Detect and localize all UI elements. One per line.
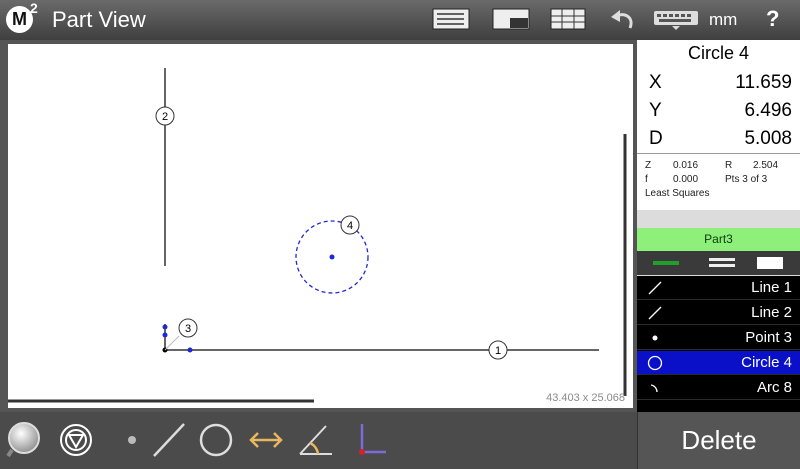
point-icon	[652, 335, 658, 341]
circle-center	[329, 254, 335, 260]
readout-value-x: 11.659	[735, 72, 792, 93]
circle-icon	[647, 355, 663, 371]
readout-feature-title: Circle 4	[687, 43, 749, 63]
view-mode-graphic-icon[interactable]	[653, 261, 679, 265]
point-marker-b	[162, 332, 168, 338]
marker-2-label: 2	[162, 111, 168, 123]
bottom-toolbar	[0, 412, 637, 469]
feature-readout: Circle 4 X 11.659 Y 6.496 D 5.008 Z 0.01…	[637, 40, 800, 210]
readout-value-y: 6.496	[744, 100, 792, 121]
delete-button[interactable]: Delete	[637, 412, 800, 469]
zoom-magnifier-icon[interactable]	[6, 420, 46, 460]
feature-label: Arc 8	[756, 379, 792, 396]
points-count: Pts 3 of 3	[725, 174, 768, 185]
measure-angle-icon[interactable]	[296, 420, 336, 460]
measure-line-icon[interactable]	[150, 420, 190, 460]
marker-4[interactable]: 4	[340, 215, 360, 235]
view-mode-list-icon[interactable]	[709, 258, 735, 267]
view-mode-detail-icon[interactable]	[757, 257, 783, 269]
feature-label: Line 2	[751, 304, 792, 321]
point-marker-a	[162, 324, 168, 330]
readout-window-icon[interactable]	[432, 8, 470, 30]
help-button[interactable]: ?	[766, 6, 779, 32]
feature-list-icon[interactable]	[550, 8, 586, 30]
r-label: R	[725, 160, 733, 171]
readout-axis-x: X	[649, 72, 662, 93]
page-title: Part View	[52, 7, 146, 32]
feature-label: Line 1	[751, 279, 792, 296]
marker-3-label: 3	[185, 323, 191, 335]
z-value: 0.016	[673, 160, 699, 171]
logo-superscript: 2	[30, 0, 38, 16]
marker-2[interactable]: 2	[155, 106, 175, 126]
feature-row-point-3[interactable]: Point 3	[637, 326, 800, 350]
r-value: 2.504	[753, 160, 779, 171]
point-marker-c	[187, 347, 193, 353]
feature-row-circle-4[interactable]: Circle 4	[637, 351, 800, 375]
f-label: f	[645, 174, 648, 185]
line-icon	[648, 306, 662, 320]
leader-3	[164, 335, 180, 351]
feature-row-line-1[interactable]: Line 1	[637, 276, 800, 300]
view-dimensions: 43.403 x 25.068	[546, 392, 625, 404]
line-icon	[648, 281, 662, 295]
coordinate-system-icon[interactable]	[350, 420, 390, 460]
z-label: Z	[645, 160, 652, 171]
part-view-drawing: 2 4 3 1	[8, 68, 627, 403]
marker-4-label: 4	[347, 220, 353, 232]
undo-icon[interactable]	[608, 8, 638, 30]
part-name-bar[interactable]: Part3	[637, 228, 800, 251]
units-toggle[interactable]: mm	[709, 10, 737, 30]
probe-icon[interactable]	[56, 420, 96, 460]
readout-value-d: 5.008	[744, 128, 792, 149]
readout-axis-d: D	[649, 128, 663, 149]
feature-label: Circle 4	[741, 354, 792, 371]
view-layout-icon[interactable]	[492, 8, 530, 30]
right-panel: Circle 4 X 11.659 Y 6.496 D 5.008 Z 0.01…	[637, 40, 800, 412]
top-bar: M 2 Part View mm ?	[0, 0, 800, 40]
m2-logo[interactable]: M	[6, 6, 33, 33]
feature-list: Line 1 Line 2 Point 3 Circle 4 Arc 8	[637, 276, 800, 412]
measure-circle-icon[interactable]	[196, 420, 236, 460]
arc-icon	[650, 384, 658, 393]
fit-method: Least Squares	[645, 188, 710, 199]
marker-1-label: 1	[495, 345, 501, 357]
list-view-modes	[637, 251, 800, 275]
part-view-canvas[interactable]: 2 4 3 1 43.403 x 25.068	[8, 44, 633, 408]
marker-3[interactable]: 3	[178, 318, 198, 338]
measure-point-icon[interactable]	[112, 420, 152, 460]
feature-row-line-2[interactable]: Line 2	[637, 301, 800, 325]
keyboard-icon[interactable]	[653, 8, 699, 30]
readout-axis-y: Y	[649, 100, 662, 121]
readout-divider	[637, 153, 800, 154]
f-value: 0.000	[673, 174, 699, 185]
feature-label: Point 3	[745, 329, 792, 346]
measure-distance-icon[interactable]	[246, 420, 286, 460]
marker-1[interactable]: 1	[488, 340, 508, 360]
feature-row-arc-8[interactable]: Arc 8	[637, 376, 800, 400]
